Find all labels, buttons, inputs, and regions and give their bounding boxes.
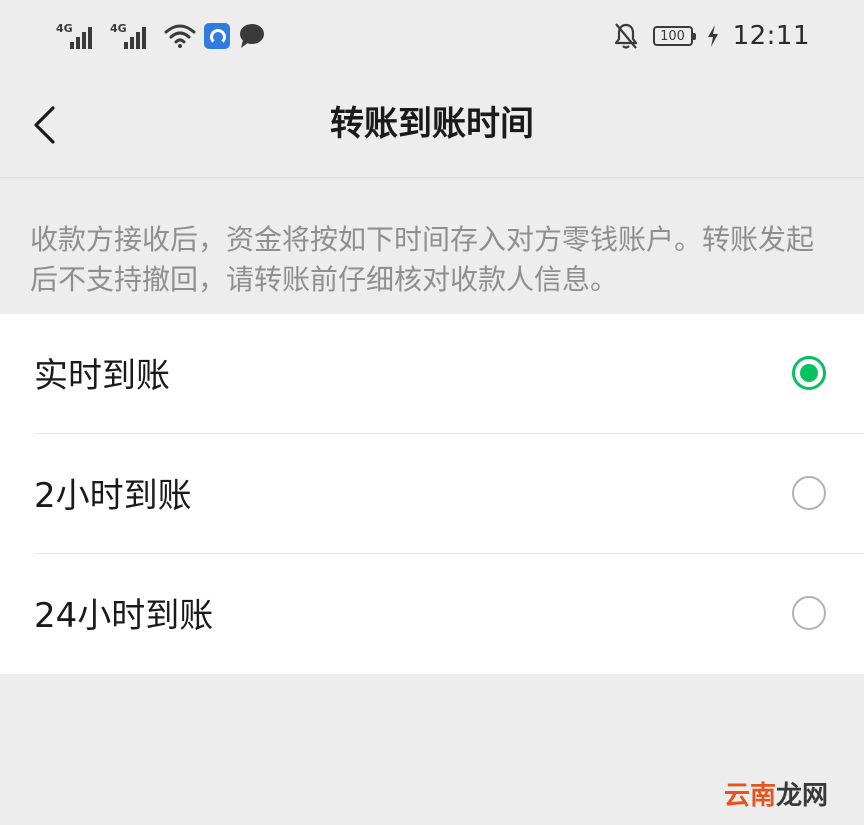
status-time: 12:11 [732,21,810,51]
option-2-hours[interactable]: 2小时到账 [0,434,864,554]
option-24-hours[interactable]: 24小时到账 [0,554,864,674]
radio-selected-icon[interactable] [792,356,826,390]
watermark-part-1: 云南 [723,781,776,811]
watermark-part-2: 龙网 [775,781,828,811]
status-right: 100 12:11 [613,18,810,54]
watermark: 云南龙网 [724,779,828,813]
battery-level: 100 [660,28,685,44]
charging-icon [707,25,718,47]
option-label: 24小时到账 [34,596,214,636]
signal-icon: 4G [56,21,102,51]
status-bar: 4G 4G 100 12:11 [0,0,864,74]
app-icon [204,23,230,49]
option-label: 实时到账 [34,356,170,396]
bell-off-icon [614,23,637,49]
radio-unselected-icon[interactable] [792,476,826,510]
wifi-icon [164,24,196,48]
notice-text: 收款方接收后，资金将按如下时间存入对方零钱账户。转账发起后不支持撤回，请转账前仔… [30,223,815,296]
page-title: 转账到账时间 [330,104,534,144]
signal-icon: 4G [110,21,156,51]
message-icon [240,24,264,48]
option-label: 2小时到账 [34,476,192,516]
battery-icon: 100 [652,26,696,46]
navigation-bar: 转账到账时间 [0,74,864,178]
arrival-time-options: 实时到账 2小时到账 24小时到账 [0,314,864,674]
radio-unselected-icon[interactable] [792,596,826,630]
status-left: 4G 4G [56,18,266,54]
option-realtime[interactable]: 实时到账 [0,314,864,434]
